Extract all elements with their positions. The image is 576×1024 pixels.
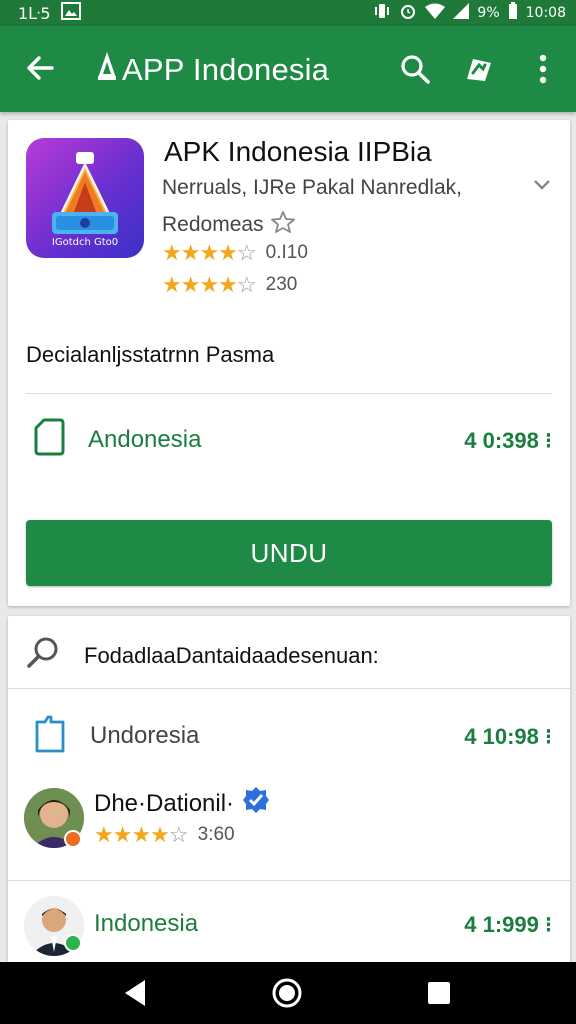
app-name: APK Indonesia IIPBia [164, 136, 432, 167]
related-search-text: FodadlaaDantaidaadesenuan: [84, 643, 379, 668]
related-search-row[interactable]: FodadlaaDantaidaadesenuan: [26, 636, 379, 676]
battery-percent: 9% [477, 5, 500, 21]
app-description: Decialanljsstatrnn Pasma [26, 342, 275, 367]
developer-rating-row: ★★★★☆ 3:60 [94, 822, 235, 848]
app-category-label: Redomeas [162, 213, 264, 236]
app-icon[interactable]: IGotdch Gto0 [26, 138, 144, 258]
developer-badge-icon [64, 830, 82, 848]
related-card: FodadlaaDantaidaadesenuan: Undoresia 4 1… [8, 616, 570, 976]
vibrate-icon [373, 2, 391, 24]
rating-value-2: 230 [265, 274, 298, 295]
developer-name[interactable]: Dhe·Dationil· [94, 790, 234, 818]
related-row-2-label[interactable]: Indonesia [94, 910, 198, 938]
related-row-2-value: 4 1:999 ⁝ [464, 912, 552, 937]
app-icon-caption: IGotdch Gto0 [51, 237, 119, 248]
divider [8, 880, 570, 881]
region-label[interactable]: Andonesia [88, 426, 201, 454]
app-bar: APP Indonesia [0, 26, 576, 112]
related-row-1-label[interactable]: Undoresia [90, 722, 199, 750]
tag-icon [32, 418, 66, 461]
battery-icon [508, 2, 518, 24]
back-arrow-icon[interactable] [22, 50, 58, 86]
more-vert-icon[interactable] [524, 50, 562, 88]
rating-row-2: ★★★★☆ 230 [162, 272, 297, 298]
search-icon [26, 636, 60, 676]
status-left-text: 1ᒷ5 [18, 3, 51, 23]
search-icon[interactable] [396, 50, 434, 88]
share-icon[interactable] [460, 50, 498, 88]
status-time: 10:08 [525, 5, 566, 21]
gallery-icon [60, 2, 81, 24]
nav-recents-icon[interactable] [422, 976, 456, 1010]
verified-badge-icon [242, 786, 270, 821]
nav-back-icon[interactable] [118, 976, 152, 1010]
wishlist-star-icon[interactable] [270, 210, 296, 240]
developer-name-row: Dhe·Dationil· [94, 786, 270, 821]
app-details-card: IGotdch Gto0 APK Indonesia IIPBia Nerrua… [8, 120, 570, 606]
divider [8, 688, 570, 689]
nav-home-icon[interactable] [270, 976, 304, 1010]
alarm-icon [399, 2, 417, 24]
app-bar-title: APP Indonesia [122, 52, 330, 87]
developer-rating-stars: ★★★★☆ [94, 822, 189, 847]
wifi-icon [425, 3, 446, 23]
install-button[interactable]: UNDU [26, 520, 552, 586]
status-bar: 1ᒷ5 9% 10:08 [0, 0, 576, 26]
rating-stars-1: ★★★★☆ [162, 240, 257, 265]
rating-value-1: 0.I10 [265, 242, 308, 263]
developer-rating-value: 3:60 [197, 824, 235, 845]
app-subtitle: Nerruals, IJRe Pakal Nanredlak, [162, 176, 462, 199]
rating-row-1: ★★★★☆ 0.I10 [162, 240, 308, 266]
chevron-down-icon[interactable] [532, 178, 552, 197]
system-nav-bar [0, 962, 576, 1024]
app-bar-logo-icon [94, 50, 120, 90]
signal-icon [453, 3, 470, 23]
rating-stars-2: ★★★★☆ [162, 272, 257, 297]
page-title: APP Indonesia [94, 50, 329, 90]
app-category: Redomeas [162, 210, 296, 240]
divider [26, 393, 552, 394]
publisher-badge-icon [64, 934, 82, 952]
region-value: 4 0:398 ⁝ [464, 428, 552, 453]
related-row-1-value: 4 10:98 ⁝ [464, 724, 552, 749]
document-icon [34, 714, 66, 759]
